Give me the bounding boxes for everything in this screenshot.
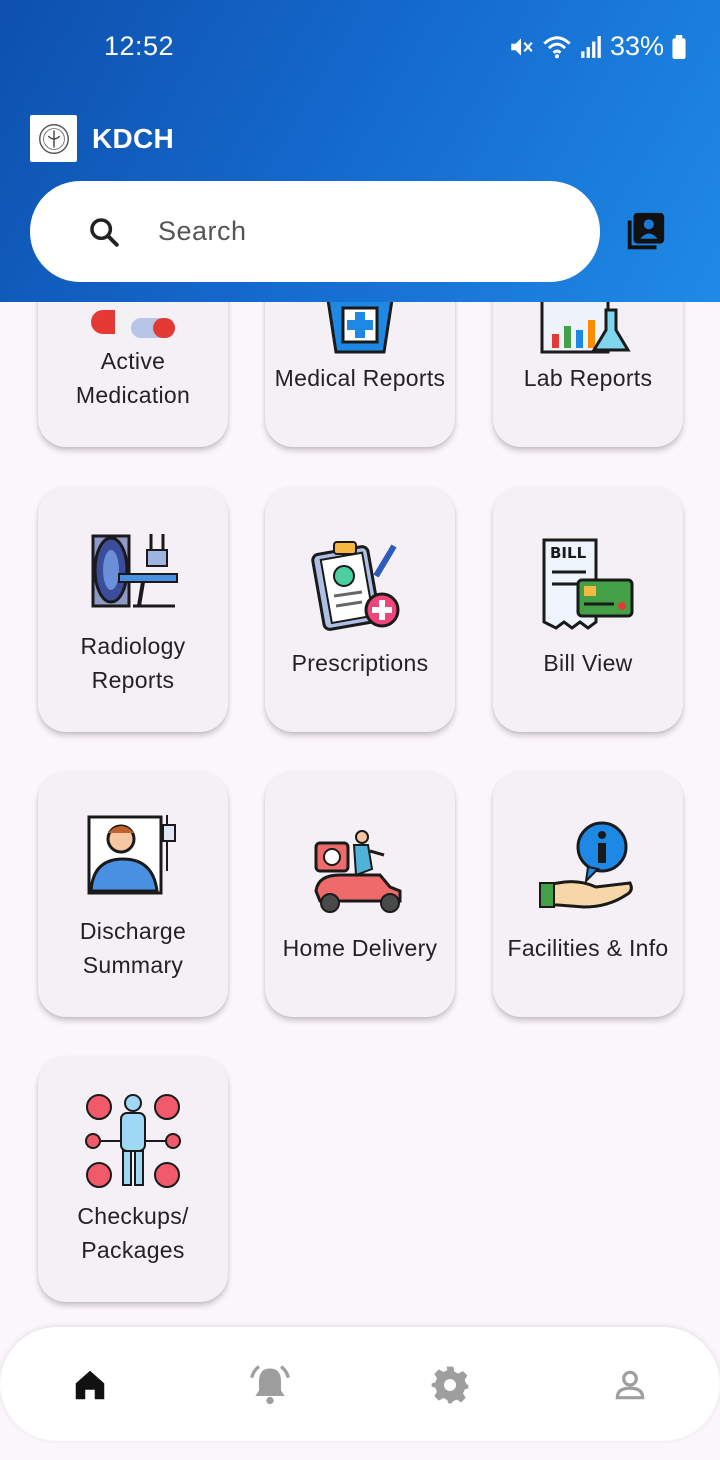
bell-icon — [250, 1365, 290, 1405]
mri-scanner-icon — [91, 534, 178, 608]
tile-label: Active Medication — [75, 348, 191, 408]
status-bar: 12:52 33% — [0, 28, 720, 68]
health-checkup-icon — [85, 1094, 181, 1188]
contacts-button[interactable] — [620, 207, 670, 257]
tile-label: Facilities & Info — [507, 935, 669, 961]
nav-profile[interactable] — [605, 1360, 655, 1410]
battery-icon — [672, 34, 686, 59]
battery-percent: 33% — [609, 31, 664, 61]
delivery-scooter-icon — [314, 830, 402, 913]
nav-settings[interactable] — [425, 1360, 475, 1410]
search-input[interactable] — [158, 216, 558, 247]
mute-icon — [511, 37, 533, 56]
tile-discharge-summary[interactable]: Discharge Summary — [38, 771, 228, 1017]
tile-label: Bill View — [543, 650, 633, 676]
tile-label: Prescriptions — [291, 650, 429, 676]
tile-radiology-reports[interactable]: Radiology Reports — [38, 486, 228, 732]
app-title: KDCH — [92, 122, 175, 154]
home-icon — [75, 1370, 105, 1400]
wifi-icon — [543, 35, 571, 58]
tile-label: Lab Reports — [523, 365, 653, 391]
hand-info-icon — [539, 821, 633, 909]
signal-icon — [581, 35, 601, 58]
tile-home-delivery[interactable]: Home Delivery — [265, 771, 455, 1017]
bottom-navigation — [0, 1327, 720, 1441]
app-header: 12:52 33% KDCH Search — [0, 0, 720, 302]
gear-icon — [431, 1366, 469, 1404]
tile-facilities-info[interactable]: Facilities & Info — [493, 771, 683, 1017]
svg-text:BILL: BILL — [550, 544, 587, 562]
status-icons: 33% — [508, 31, 686, 62]
tile-label: Medical Reports — [274, 365, 446, 391]
hospital-emblem-icon — [38, 123, 69, 154]
tile-prescriptions[interactable]: Prescriptions — [265, 486, 455, 732]
kdch-logo — [30, 115, 77, 162]
tile-label: Home Delivery — [282, 935, 438, 961]
search-bar[interactable] — [30, 181, 600, 282]
nav-home[interactable] — [65, 1360, 115, 1410]
search-icon[interactable] — [84, 212, 124, 252]
brand: KDCH — [30, 115, 174, 162]
status-time: 12:52 — [104, 31, 175, 61]
contacts-book-icon — [627, 212, 665, 250]
person-icon — [615, 1370, 645, 1400]
tile-bill-view[interactable]: BILL Bill View — [493, 486, 683, 732]
patient-bed-icon — [87, 815, 176, 895]
tile-label: Discharge Summary — [79, 918, 187, 978]
nav-notifications[interactable] — [245, 1360, 295, 1410]
tile-label: Checkups/ Packages — [77, 1203, 189, 1263]
bill-card-icon: BILL — [542, 538, 634, 630]
tile-checkups-packages[interactable]: Checkups/ Packages — [38, 1056, 228, 1302]
tile-label: Radiology Reports — [80, 633, 186, 693]
clipboard-prescription-icon — [311, 541, 400, 631]
